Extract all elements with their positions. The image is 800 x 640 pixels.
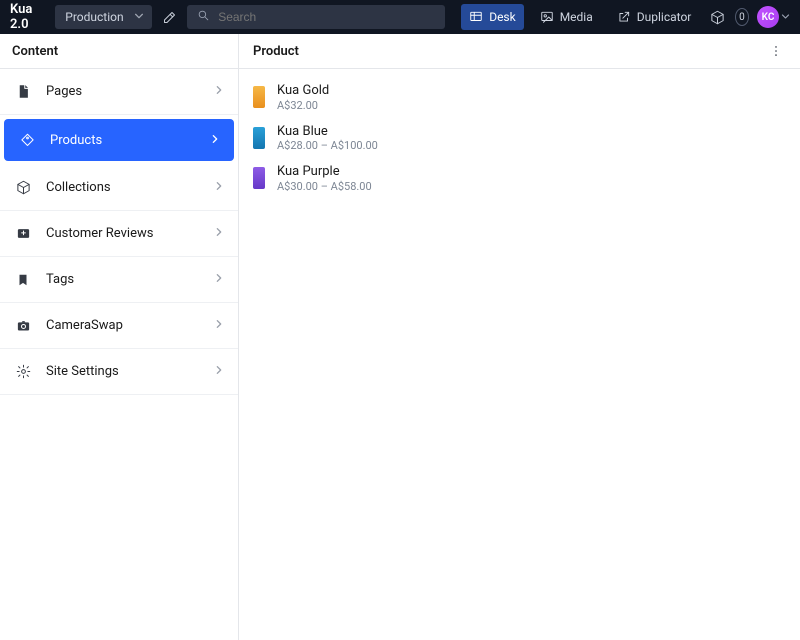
product-row[interactable]: Kua Gold A$32.00 bbox=[243, 77, 796, 118]
product-name: Kua Gold bbox=[277, 83, 329, 99]
package-icon-button[interactable] bbox=[707, 4, 727, 30]
chevron-right-icon bbox=[214, 318, 224, 333]
sidebar-item-pages[interactable]: Pages bbox=[0, 69, 238, 115]
product-thumbnail bbox=[253, 127, 265, 149]
sidebar-item-cameraswap[interactable]: CameraSwap bbox=[0, 303, 238, 349]
sidebar-item-customer-reviews[interactable]: Customer Reviews bbox=[0, 211, 238, 257]
sidebar-item-label: Customer Reviews bbox=[46, 226, 200, 241]
content-header: Product bbox=[239, 34, 800, 69]
tool-duplicator[interactable]: Duplicator bbox=[609, 4, 700, 30]
sidebar: Content Pages Products Collections Custo… bbox=[0, 34, 239, 640]
content-title: Product bbox=[253, 44, 766, 59]
sidebar-item-site-settings[interactable]: Site Settings bbox=[0, 349, 238, 395]
content-menu-button[interactable] bbox=[766, 41, 786, 61]
sidebar-item-label: Collections bbox=[46, 180, 200, 195]
product-name: Kua Blue bbox=[277, 124, 378, 140]
product-thumbnail bbox=[253, 167, 265, 189]
bookmark-icon bbox=[14, 273, 32, 287]
sidebar-item-collections[interactable]: Collections bbox=[0, 165, 238, 211]
main-area: Content Pages Products Collections Custo… bbox=[0, 34, 800, 640]
product-price: A$32.00 bbox=[277, 99, 329, 112]
sidebar-title: Content bbox=[0, 34, 238, 69]
search-icon bbox=[197, 9, 210, 26]
top-navbar: Kua 2.0 Production Desk Media Duplicator… bbox=[0, 0, 800, 34]
content-pane: Product Kua Gold A$32.00 Kua Blue A$28.0… bbox=[239, 34, 800, 640]
chevron-right-icon bbox=[214, 272, 224, 287]
avatar-initials: KC bbox=[762, 12, 775, 23]
sidebar-item-label: Pages bbox=[46, 84, 200, 99]
environment-selector[interactable]: Production bbox=[55, 5, 151, 29]
notification-count: 0 bbox=[739, 12, 745, 23]
product-row[interactable]: Kua Purple A$30.00 – A$58.00 bbox=[243, 158, 796, 199]
sidebar-item-label: Site Settings bbox=[46, 364, 200, 379]
product-thumbnail bbox=[253, 86, 265, 108]
product-price: A$28.00 – A$100.00 bbox=[277, 139, 378, 152]
search-input[interactable] bbox=[218, 10, 435, 24]
tag-icon bbox=[18, 133, 36, 148]
chevron-right-icon bbox=[214, 226, 224, 241]
package-icon bbox=[14, 180, 32, 195]
user-menu[interactable]: KC bbox=[757, 6, 790, 28]
gear-icon bbox=[14, 364, 32, 379]
camera-icon bbox=[14, 318, 32, 333]
chevron-right-icon bbox=[214, 84, 224, 99]
product-name: Kua Purple bbox=[277, 164, 372, 180]
brand-title: Kua 2.0 bbox=[10, 2, 47, 32]
sidebar-item-label: Products bbox=[50, 133, 196, 148]
sidebar-item-label: Tags bbox=[46, 272, 200, 287]
product-list: Kua Gold A$32.00 Kua Blue A$28.00 – A$10… bbox=[239, 69, 800, 207]
sidebar-item-products[interactable]: Products bbox=[4, 119, 234, 161]
review-icon bbox=[14, 226, 32, 241]
tool-desk[interactable]: Desk bbox=[461, 4, 524, 30]
product-price: A$30.00 – A$58.00 bbox=[277, 180, 372, 193]
tool-media-label: Media bbox=[560, 10, 593, 24]
product-row[interactable]: Kua Blue A$28.00 – A$100.00 bbox=[243, 118, 796, 159]
chevron-right-icon bbox=[210, 133, 220, 148]
chevron-down-icon bbox=[781, 10, 790, 25]
sidebar-item-tags[interactable]: Tags bbox=[0, 257, 238, 303]
global-search[interactable] bbox=[187, 5, 445, 29]
tool-media[interactable]: Media bbox=[532, 4, 601, 30]
tool-duplicator-label: Duplicator bbox=[637, 10, 692, 24]
tool-desk-label: Desk bbox=[489, 10, 516, 24]
document-icon bbox=[14, 84, 32, 99]
chevron-right-icon bbox=[214, 364, 224, 379]
chevron-down-icon bbox=[134, 10, 144, 24]
environment-label: Production bbox=[65, 10, 123, 24]
sidebar-item-label: CameraSwap bbox=[46, 318, 200, 333]
compose-button[interactable] bbox=[160, 4, 180, 30]
notification-badge[interactable]: 0 bbox=[735, 8, 749, 26]
chevron-right-icon bbox=[214, 180, 224, 195]
avatar: KC bbox=[757, 6, 779, 28]
